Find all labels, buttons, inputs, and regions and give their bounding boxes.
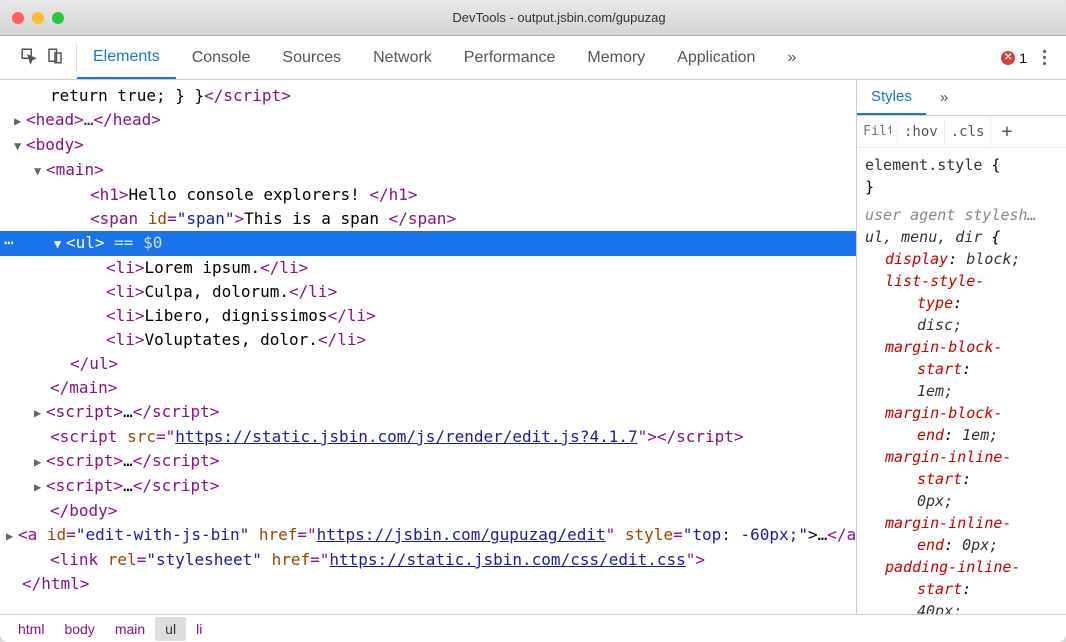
rule-selector[interactable]: ul, menu, dir { bbox=[865, 226, 1058, 248]
new-style-rule-button[interactable]: + bbox=[990, 117, 1022, 146]
dom-node-body[interactable]: <body> bbox=[0, 133, 856, 158]
dom-node-script[interactable]: <script>…</script> bbox=[0, 400, 856, 425]
css-prop[interactable]: margin-inline- bbox=[865, 512, 1058, 534]
css-prop[interactable]: margin-block- bbox=[865, 336, 1058, 358]
devtools-window: DevTools - output.jsbin.com/gupuzag Elem… bbox=[0, 0, 1066, 642]
dom-node-a[interactable]: <a id="edit-with-js-bin" href="https://j… bbox=[0, 523, 856, 548]
styles-filter-input[interactable] bbox=[857, 120, 897, 143]
css-prop-cont: start: bbox=[865, 358, 1058, 380]
css-prop[interactable]: margin-block- bbox=[865, 402, 1058, 424]
styles-tabs: Styles » bbox=[857, 80, 1066, 116]
styles-rules[interactable]: element.style { } user agent stylesh… ul… bbox=[857, 148, 1066, 614]
tab-application[interactable]: Application bbox=[661, 36, 771, 79]
elements-panel[interactable]: return true; } }</script> <head>…</head>… bbox=[0, 80, 856, 614]
styles-tab-styles[interactable]: Styles bbox=[857, 80, 926, 115]
dom-node-main-close[interactable]: </main> bbox=[0, 376, 856, 400]
dom-node[interactable]: return true; } }</script> bbox=[0, 84, 856, 108]
tab-console[interactable]: Console bbox=[176, 36, 267, 79]
error-badge[interactable]: ✕ 1 bbox=[1001, 50, 1027, 66]
css-prop-cont: 40px; bbox=[865, 600, 1058, 614]
dom-node-html-close[interactable]: </html> bbox=[0, 572, 856, 596]
minimize-window-button[interactable] bbox=[32, 12, 44, 24]
crumb-main[interactable]: main bbox=[105, 617, 155, 641]
ua-stylesheet-label: user agent stylesh… bbox=[865, 204, 1058, 226]
collapse-arrow-icon[interactable] bbox=[14, 134, 26, 158]
tabs-overflow-icon[interactable]: » bbox=[771, 36, 808, 79]
css-prop-cont: start: bbox=[865, 578, 1058, 600]
expand-arrow-icon[interactable] bbox=[34, 475, 46, 499]
css-prop[interactable]: list-style- bbox=[865, 270, 1058, 292]
dom-node-script[interactable]: <script>…</script> bbox=[0, 449, 856, 474]
dom-node-main[interactable]: <main> bbox=[0, 158, 856, 183]
tab-network[interactable]: Network bbox=[357, 36, 448, 79]
css-prop[interactable]: margin-inline- bbox=[865, 446, 1058, 468]
expand-arrow-icon[interactable] bbox=[34, 450, 46, 474]
tab-sources[interactable]: Sources bbox=[266, 36, 357, 79]
dom-node-ul-selected[interactable]: ⋯<ul> == $0 bbox=[0, 231, 856, 256]
dom-node-link[interactable]: <link rel="stylesheet" href="https://sta… bbox=[0, 548, 856, 572]
dom-node-li[interactable]: <li>Culpa, dolorum.</li> bbox=[0, 280, 856, 304]
css-prop-cont: end: 1em; bbox=[865, 424, 1058, 446]
tab-elements[interactable]: Elements bbox=[77, 36, 176, 79]
dom-node-head[interactable]: <head>…</head> bbox=[0, 108, 856, 133]
css-prop-cont: disc; bbox=[865, 314, 1058, 336]
cls-toggle[interactable]: .cls bbox=[944, 120, 991, 144]
more-menu-icon[interactable] bbox=[1039, 46, 1050, 69]
dom-node-script-src[interactable]: <script src="https://static.jsbin.com/js… bbox=[0, 425, 856, 449]
main-area: return true; } }</script> <head>…</head>… bbox=[0, 80, 1066, 614]
dom-node-li[interactable]: <li>Voluptates, dolor.</li> bbox=[0, 328, 856, 352]
dom-node-ul-close[interactable]: </ul> bbox=[0, 352, 856, 376]
styles-panel: Styles » :hov .cls + element.style { } u… bbox=[856, 80, 1066, 614]
toolbar: Elements Console Sources Network Perform… bbox=[0, 36, 1066, 80]
dom-node-body-close[interactable]: </body> bbox=[0, 499, 856, 523]
crumb-body[interactable]: body bbox=[54, 617, 104, 641]
css-prop-cont: 1em; bbox=[865, 380, 1058, 402]
selected-gutter-icon: ⋯ bbox=[4, 231, 14, 255]
css-prop[interactable]: padding-inline- bbox=[865, 556, 1058, 578]
css-prop-cont: end: 0px; bbox=[865, 534, 1058, 556]
css-prop[interactable]: display: block; bbox=[865, 248, 1058, 270]
dom-node-h1[interactable]: <h1>Hello console explorers! </h1> bbox=[0, 183, 856, 207]
css-prop-cont: 0px; bbox=[865, 490, 1058, 512]
error-icon: ✕ bbox=[1001, 51, 1015, 65]
rule-element-style[interactable]: element.style { bbox=[865, 154, 1058, 176]
expand-arrow-icon[interactable] bbox=[34, 401, 46, 425]
traffic-lights bbox=[12, 12, 64, 24]
crumb-ul[interactable]: ul bbox=[155, 617, 186, 641]
expand-arrow-icon[interactable] bbox=[6, 524, 18, 548]
dom-node-li[interactable]: <li>Lorem ipsum.</li> bbox=[0, 256, 856, 280]
crumb-html[interactable]: html bbox=[8, 617, 54, 641]
window-title: DevTools - output.jsbin.com/gupuzag bbox=[64, 10, 1054, 25]
dom-node-span[interactable]: <span id="span">This is a span </span> bbox=[0, 207, 856, 231]
css-prop-cont: type: bbox=[865, 292, 1058, 314]
collapse-arrow-icon[interactable] bbox=[54, 232, 66, 256]
device-toggle-icon[interactable] bbox=[46, 47, 64, 68]
breadcrumb: html body main ul li bbox=[0, 614, 1066, 642]
collapse-arrow-icon[interactable] bbox=[34, 159, 46, 183]
hov-toggle[interactable]: :hov bbox=[897, 120, 944, 144]
styles-toolbar: :hov .cls + bbox=[857, 116, 1066, 148]
css-prop-cont: start: bbox=[865, 468, 1058, 490]
rule-element-style-close: } bbox=[865, 176, 1058, 198]
tab-performance[interactable]: Performance bbox=[448, 36, 572, 79]
tab-memory[interactable]: Memory bbox=[571, 36, 661, 79]
dom-node-script[interactable]: <script>…</script> bbox=[0, 474, 856, 499]
panel-tabs: Elements Console Sources Network Perform… bbox=[77, 36, 1001, 79]
inspect-element-icon[interactable] bbox=[20, 47, 38, 68]
titlebar: DevTools - output.jsbin.com/gupuzag bbox=[0, 0, 1066, 36]
crumb-li[interactable]: li bbox=[186, 617, 212, 641]
maximize-window-button[interactable] bbox=[52, 12, 64, 24]
expand-arrow-icon[interactable] bbox=[14, 109, 26, 133]
error-count: 1 bbox=[1019, 50, 1027, 66]
styles-tabs-overflow-icon[interactable]: » bbox=[926, 80, 958, 115]
close-window-button[interactable] bbox=[12, 12, 24, 24]
dom-node-li[interactable]: <li>Libero, dignissimos</li> bbox=[0, 304, 856, 328]
